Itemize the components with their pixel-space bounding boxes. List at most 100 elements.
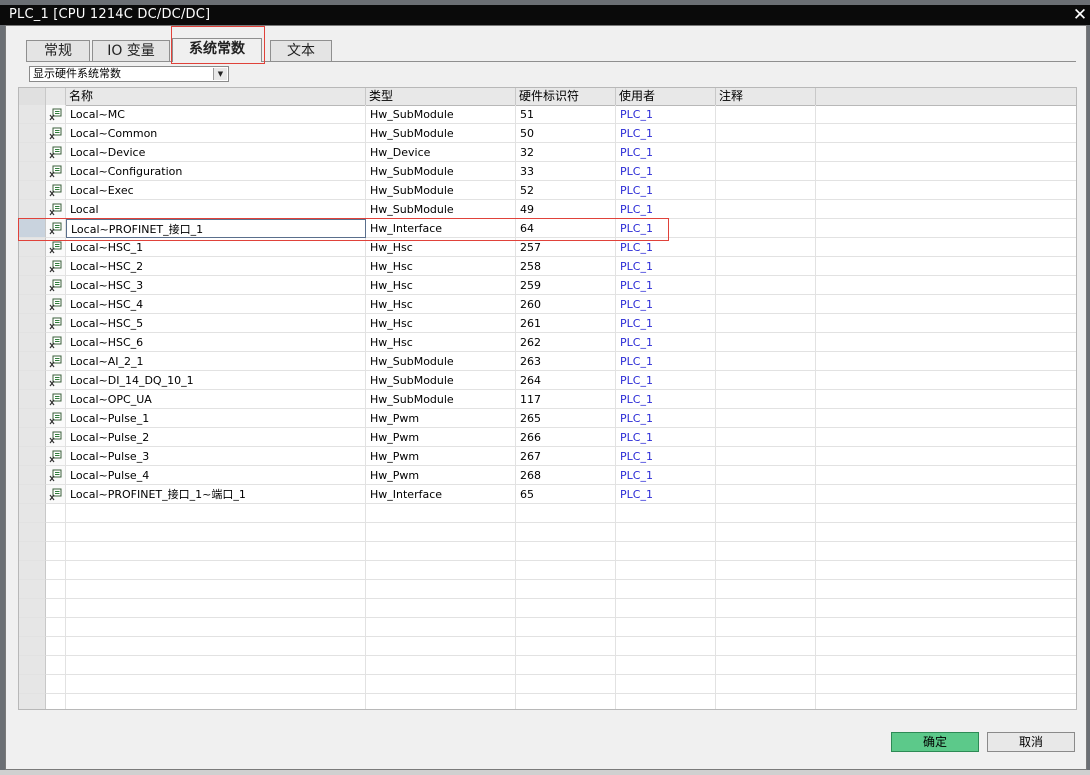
column-header-type[interactable]: 类型	[366, 88, 516, 105]
table-row[interactable]: Local~HSC_2 Hw_Hsc 258 PLC_1	[19, 257, 1076, 276]
table-row[interactable]: Local~Common Hw_SubModule 50 PLC_1	[19, 124, 1076, 143]
row-selector[interactable]	[19, 181, 46, 200]
cell-comment[interactable]	[716, 447, 816, 466]
cell-comment[interactable]	[716, 105, 816, 124]
row-selector[interactable]	[19, 295, 46, 314]
cell-name[interactable]: Local~HSC_3	[66, 276, 366, 295]
cell-hw-id[interactable]: 267	[516, 447, 616, 466]
cell-user[interactable]: PLC_1	[616, 314, 716, 333]
cell-user[interactable]: PLC_1	[616, 276, 716, 295]
table-row[interactable]: Local~MC Hw_SubModule 51 PLC_1	[19, 105, 1076, 124]
cell-comment[interactable]	[716, 181, 816, 200]
cell-name[interactable]: Local~Pulse_1	[66, 409, 366, 428]
cell-user[interactable]: PLC_1	[616, 257, 716, 276]
cell-user[interactable]: PLC_1	[616, 333, 716, 352]
cell-type[interactable]: Hw_Pwm	[366, 428, 516, 447]
cell-name[interactable]: Local~AI_2_1	[66, 352, 366, 371]
cell-type[interactable]: Hw_SubModule	[366, 105, 516, 124]
cell-hw-id[interactable]: 261	[516, 314, 616, 333]
tab-texts[interactable]: 文本	[270, 40, 332, 61]
cell-hw-id[interactable]: 258	[516, 257, 616, 276]
cell-user[interactable]: PLC_1	[616, 428, 716, 447]
cell-comment[interactable]	[716, 485, 816, 504]
cell-user[interactable]: PLC_1	[616, 143, 716, 162]
cell-user[interactable]: PLC_1	[616, 295, 716, 314]
cell-user[interactable]: PLC_1	[616, 124, 716, 143]
close-icon[interactable]: ✕	[1070, 5, 1090, 25]
cell-name[interactable]: Local~PROFINET_接口_1	[66, 219, 366, 238]
cell-user[interactable]: PLC_1	[616, 219, 716, 238]
cell-type[interactable]: Hw_SubModule	[366, 181, 516, 200]
cell-name[interactable]: Local~Device	[66, 143, 366, 162]
table-row[interactable]: Local~DI_14_DQ_10_1 Hw_SubModule 264 PLC_1	[19, 371, 1076, 390]
cell-hw-id[interactable]: 64	[516, 219, 616, 238]
cell-type[interactable]: Hw_SubModule	[366, 371, 516, 390]
row-selector[interactable]	[19, 105, 46, 124]
cell-type[interactable]: Hw_Hsc	[366, 257, 516, 276]
cell-type[interactable]: Hw_Interface	[366, 485, 516, 504]
tab-general[interactable]: 常规	[26, 40, 90, 61]
cell-type[interactable]: Hw_Pwm	[366, 409, 516, 428]
cell-comment[interactable]	[716, 238, 816, 257]
row-selector[interactable]	[19, 485, 46, 504]
cell-comment[interactable]	[716, 257, 816, 276]
cell-hw-id[interactable]: 117	[516, 390, 616, 409]
table-row[interactable]: Local~PROFINET_接口_1 Hw_Interface 64 PLC_1	[19, 219, 1076, 238]
cell-type[interactable]: Hw_Hsc	[366, 295, 516, 314]
cell-comment[interactable]	[716, 352, 816, 371]
cell-name[interactable]: Local~HSC_2	[66, 257, 366, 276]
cell-hw-id[interactable]: 264	[516, 371, 616, 390]
cell-name[interactable]: Local~PROFINET_接口_1~端口_1	[66, 485, 366, 504]
row-selector[interactable]	[19, 409, 46, 428]
cell-name[interactable]: Local~Exec	[66, 181, 366, 200]
table-row[interactable]: Local Hw_SubModule 49 PLC_1	[19, 200, 1076, 219]
row-selector[interactable]	[19, 352, 46, 371]
cell-type[interactable]: Hw_Device	[366, 143, 516, 162]
cell-hw-id[interactable]: 262	[516, 333, 616, 352]
cell-hw-id[interactable]: 50	[516, 124, 616, 143]
cell-type[interactable]: Hw_Hsc	[366, 314, 516, 333]
cell-user[interactable]: PLC_1	[616, 352, 716, 371]
row-selector[interactable]	[19, 219, 46, 238]
cell-type[interactable]: Hw_SubModule	[366, 390, 516, 409]
cell-user[interactable]: PLC_1	[616, 485, 716, 504]
row-selector[interactable]	[19, 200, 46, 219]
cell-user[interactable]: PLC_1	[616, 466, 716, 485]
table-row[interactable]: Local~Exec Hw_SubModule 52 PLC_1	[19, 181, 1076, 200]
row-selector[interactable]	[19, 124, 46, 143]
cell-user[interactable]: PLC_1	[616, 390, 716, 409]
column-header-comment[interactable]: 注释	[716, 88, 816, 105]
cell-user[interactable]: PLC_1	[616, 200, 716, 219]
cell-hw-id[interactable]: 52	[516, 181, 616, 200]
cell-name[interactable]: Local~Configuration	[66, 162, 366, 181]
cancel-button[interactable]: 取消	[987, 732, 1075, 752]
filter-dropdown[interactable]: 显示硬件系统常数 ▼	[29, 66, 229, 82]
cell-name[interactable]: Local~OPC_UA	[66, 390, 366, 409]
cell-type[interactable]: Hw_Pwm	[366, 447, 516, 466]
cell-hw-id[interactable]: 259	[516, 276, 616, 295]
row-selector[interactable]	[19, 162, 46, 181]
cell-name[interactable]: Local~Pulse_2	[66, 428, 366, 447]
cell-hw-id[interactable]: 266	[516, 428, 616, 447]
row-selector[interactable]	[19, 371, 46, 390]
cell-name[interactable]: Local~Pulse_3	[66, 447, 366, 466]
cell-comment[interactable]	[716, 390, 816, 409]
cell-hw-id[interactable]: 49	[516, 200, 616, 219]
table-row[interactable]: Local~Pulse_3 Hw_Pwm 267 PLC_1	[19, 447, 1076, 466]
cell-comment[interactable]	[716, 428, 816, 447]
ok-button[interactable]: 确定	[891, 732, 979, 752]
table-row[interactable]: Local~Device Hw_Device 32 PLC_1	[19, 143, 1076, 162]
cell-name[interactable]: Local~HSC_1	[66, 238, 366, 257]
cell-name[interactable]: Local	[66, 200, 366, 219]
cell-comment[interactable]	[716, 333, 816, 352]
cell-hw-id[interactable]: 257	[516, 238, 616, 257]
cell-user[interactable]: PLC_1	[616, 447, 716, 466]
table-row[interactable]: Local~HSC_1 Hw_Hsc 257 PLC_1	[19, 238, 1076, 257]
cell-comment[interactable]	[716, 124, 816, 143]
cell-type[interactable]: Hw_Interface	[366, 219, 516, 238]
tab-io-tags[interactable]: IO 变量	[92, 40, 170, 61]
table-row[interactable]: Local~HSC_3 Hw_Hsc 259 PLC_1	[19, 276, 1076, 295]
cell-hw-id[interactable]: 268	[516, 466, 616, 485]
cell-user[interactable]: PLC_1	[616, 105, 716, 124]
cell-name[interactable]: Local~HSC_6	[66, 333, 366, 352]
